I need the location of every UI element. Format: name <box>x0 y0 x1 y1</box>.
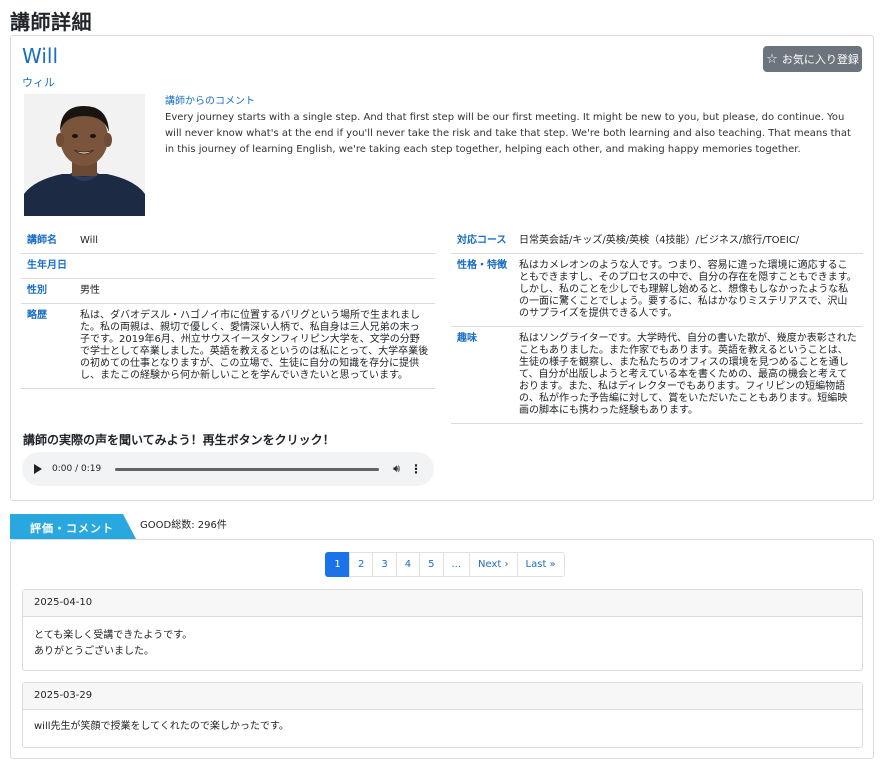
info-row: 略歴 私は、ダバオデスル・ハゴノイ市に位置するバリグという場所で生まれました。私… <box>21 303 435 389</box>
favorite-button-label: お気に入り登録 <box>781 53 859 66</box>
review-line: ありがとうございました。 <box>34 646 154 657</box>
page-link-4[interactable]: 4 <box>395 552 421 577</box>
audio-time: 0:00 / 0:19 <box>52 464 102 474</box>
page-last[interactable]: Last » <box>516 552 565 577</box>
info-value: Will <box>74 229 435 254</box>
info-row: 生年月日 <box>21 253 435 279</box>
page-link-3[interactable]: 3 <box>372 552 397 577</box>
teacher-info-table-right: 対応コース 日常英会話/キッズ/英検/英検（4技能）/ビジネス/旅行/TOEIC… <box>451 229 863 424</box>
info-key: 性別 <box>21 278 74 304</box>
reviews-card: 1 2 3 4 5 ... Next › Last » 2025-04-10 と… <box>10 539 874 759</box>
voice-sample-title: 講師の実際の声を聞いてみよう！再生ボタンをクリック！ <box>23 433 335 447</box>
teacher-name: Will <box>22 44 59 68</box>
star-icon: ☆ <box>766 51 778 67</box>
review-item: 2025-04-10 とても楽しく受講できたようです。 ありがとうございました。 <box>22 589 863 671</box>
info-row: 対応コース 日常英会話/キッズ/英検/英検（4技能）/ビジネス/旅行/TOEIC… <box>451 229 863 254</box>
review-body: will先生が笑顔で授業をしてくれたので楽しかったです。 <box>23 710 862 746</box>
page-link-5[interactable]: 5 <box>419 552 444 577</box>
info-key: 講師名 <box>21 229 74 254</box>
favorite-button[interactable]: ☆ お気に入り登録 <box>763 46 862 72</box>
tab-reviews-label: 評価・コメント <box>30 522 114 535</box>
page-title: 講師詳細 <box>10 10 92 34</box>
info-row: 性格・特徴 私はカメレオンのような人です。つまり、容易に違った環境に適応すること… <box>451 253 863 327</box>
info-key: 対応コース <box>451 229 513 254</box>
page-ellipsis[interactable]: ... <box>442 552 471 577</box>
teacher-comment: Every journey starts with a single step.… <box>165 112 851 155</box>
review-item: 2025-03-29 will先生が笑顔で授業をしてくれたので楽しかったです。 <box>22 682 863 748</box>
teacher-photo <box>24 94 145 216</box>
pagination: 1 2 3 4 5 ... Next › Last » <box>325 552 565 577</box>
volume-icon[interactable]: 🔊︎ <box>393 462 400 476</box>
info-key: 生年月日 <box>21 253 74 279</box>
audio-player: 0:00 / 0:19 🔊︎ ⋮ <box>22 452 434 486</box>
review-date: 2025-03-29 <box>23 683 862 710</box>
info-key: 略歴 <box>21 303 74 389</box>
info-value: 私は、ダバオデスル・ハゴノイ市に位置するバリグという場所で生まれました。私の両親… <box>74 303 435 389</box>
page-link-2[interactable]: 2 <box>349 552 374 577</box>
page-next[interactable]: Next › <box>469 552 518 577</box>
audio-progress-bar[interactable] <box>115 467 380 471</box>
info-row: 講師名 Will <box>21 229 435 254</box>
info-key: 性格・特徴 <box>451 253 513 327</box>
info-value <box>74 253 435 279</box>
info-value: 私はカメレオンのような人です。つまり、容易に違った環境に適応することもできますし… <box>513 253 863 327</box>
review-date: 2025-04-10 <box>23 590 862 617</box>
page-link-1[interactable]: 1 <box>325 552 350 577</box>
teacher-profile-card: Will ウィル ☆ お気に入り登録 講師からのコメント Every journ… <box>10 35 874 501</box>
info-key: 趣味 <box>451 326 513 424</box>
review-line: とても楽しく受講できたようです。 <box>34 630 193 641</box>
info-value: 日常英会話/キッズ/英検/英検（4技能）/ビジネス/旅行/TOEIC/ <box>513 229 863 254</box>
tab-reviews[interactable]: 評価・コメント <box>10 514 140 539</box>
more-options-icon[interactable]: ⋮ <box>410 462 422 476</box>
teacher-comment-label: 講師からのコメント <box>165 96 255 107</box>
info-row: 性別 男性 <box>21 278 435 304</box>
info-value: 私はソングライターです。大学時代、自分の書いた歌が、幾度か表彰されたこともありま… <box>513 326 863 424</box>
teacher-name-kana: ウィル <box>22 76 55 89</box>
play-icon[interactable] <box>34 464 42 474</box>
good-count: GOOD総数: 296件 <box>140 520 227 531</box>
teacher-info-table-left: 講師名 Will 生年月日 性別 男性 略歴 私は、ダバオデスル・ハゴノイ市に位… <box>21 229 435 389</box>
review-body: とても楽しく受講できたようです。 ありがとうございました。 <box>23 617 862 671</box>
info-row: 趣味 私はソングライターです。大学時代、自分の書いた歌が、幾度か表彰されたことも… <box>451 326 863 424</box>
info-value: 男性 <box>74 278 435 304</box>
review-line: will先生が笑顔で授業をしてくれたので楽しかったです。 <box>34 721 289 732</box>
